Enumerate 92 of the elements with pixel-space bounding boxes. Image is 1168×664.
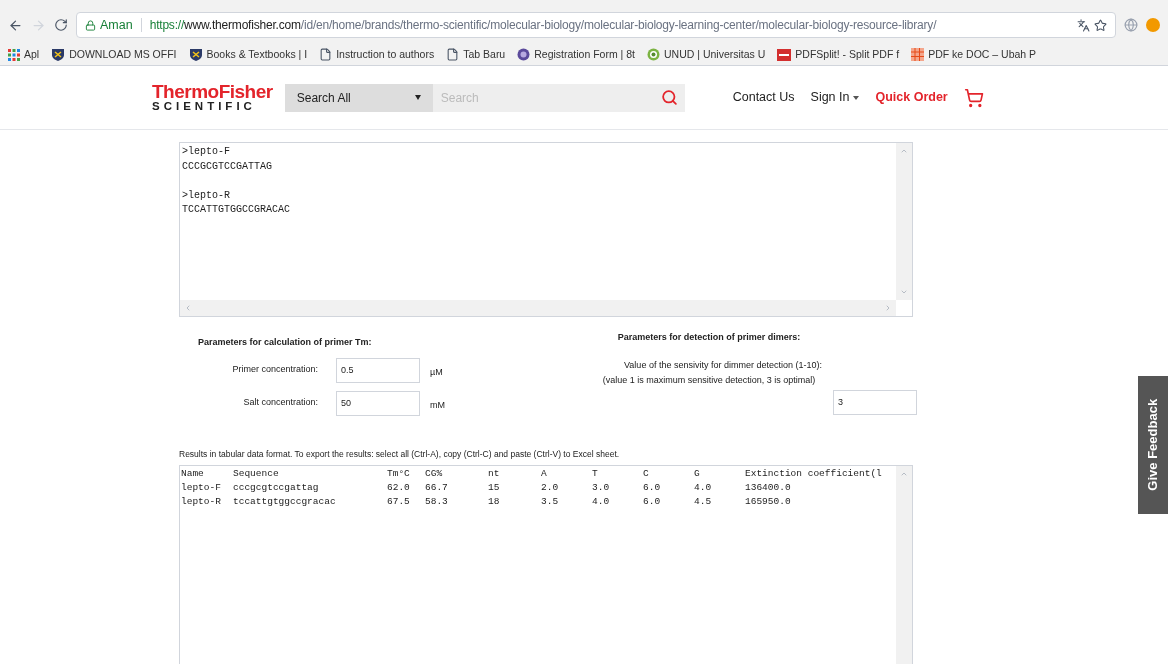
table-cell-text: 62.0: [387, 480, 411, 495]
address-bar[interactable]: Aman https://www.thermofisher.com/id/en/home/brands/thermo-scientific/molecular-biology/molecular-biology-learning-center/molecular-biology-resource-library/: [76, 12, 1116, 38]
results-textarea[interactable]: Name Sequence Tm°C CG% nt A T C G Extinction coefficient(l lepto-F cccgcgtccgattag 62.0 66.7 15 2.0 3.0 6.0 4.0 136400.0 lepto-R tccattgtggccgracac 67.5 58.3 18 3.5 4.0 6.0 4.5 165950.0: [179, 464, 913, 664]
unit-label: mM: [430, 399, 445, 413]
column-header: Name: [181, 466, 205, 481]
sequence-textarea[interactable]: >lepto-F CCCGCGTCCGATTAG >lepto-R TCCATTGTGGCCGRACAC: [179, 142, 913, 317]
shield-icon: [51, 47, 66, 62]
column-header: G: [694, 466, 701, 481]
table-cell-text: tccattgtggccgracac: [233, 494, 337, 509]
help-text: (value 1 is maximum sensitive detection, 3 is optimal): [602, 374, 816, 387]
scroll-left-icon[interactable]: [184, 304, 192, 312]
column-header: C: [643, 466, 650, 481]
security-label: Aman: [100, 16, 133, 34]
alert-icon[interactable]: [1146, 18, 1160, 32]
table-cell-text: 4.5: [694, 494, 713, 509]
bookmark-link[interactable]: UNUD | Universitas U: [664, 46, 766, 63]
bookmark-link[interactable]: PDF ke DOC – Ubah P: [928, 46, 1037, 63]
search-icon: [661, 89, 679, 106]
unit-label: µM: [430, 366, 443, 380]
table-cell-text: 6.0: [643, 494, 662, 509]
bookmark-link[interactable]: Books & Textbooks | I: [206, 46, 308, 63]
bookmark-star-icon[interactable]: [1094, 18, 1107, 32]
scroll-down-icon[interactable]: [900, 288, 908, 296]
sensitivity-input[interactable]: 3: [833, 389, 917, 415]
table-cell-text: 15: [488, 480, 501, 495]
table-cell-text: 67.5: [387, 494, 411, 509]
table-cell-text: 2.0: [541, 480, 560, 495]
table-cell-text: lepto-R: [181, 494, 222, 509]
bookmark-link[interactable]: DOWNLOAD MS OFFI: [69, 46, 177, 63]
bookmark-link[interactable]: PDFSplit! - Split PDF f: [795, 46, 900, 63]
back-icon[interactable]: [8, 17, 23, 33]
translate-icon[interactable]: [1077, 18, 1090, 32]
shield-icon: [188, 47, 203, 62]
round-badge-icon: [517, 48, 531, 61]
table-cell-text: 4.0: [592, 494, 611, 509]
forward-icon[interactable]: [31, 17, 46, 33]
column-header: T: [592, 466, 599, 481]
column-header: CG%: [425, 466, 444, 481]
table-cell-text: 18: [488, 494, 501, 509]
param-input[interactable]: 50: [336, 390, 420, 416]
table-cell-text: 3.0: [592, 480, 611, 495]
cart-icon[interactable]: [963, 87, 984, 108]
table-cell-text: lepto-F: [181, 480, 222, 495]
feedback-tab[interactable]: Give Feedback: [1138, 376, 1168, 514]
search-button[interactable]: [654, 83, 685, 112]
nav-link[interactable]: Sign In: [810, 88, 860, 107]
horizontal-scrollbar[interactable]: [180, 300, 896, 316]
table-cell-text: 66.7: [425, 480, 449, 495]
quick-order-link[interactable]: Quick Order: [875, 88, 948, 107]
bookmark-link[interactable]: Registration Form | 8t: [534, 46, 635, 63]
table-cell-text: 4.0: [694, 480, 713, 495]
section-title: Parameters for calculation of primer Tm:: [198, 336, 373, 349]
field-label: Salt concentration:: [242, 396, 319, 410]
export-note: Results in tabular data format. To export the results: select all (Ctrl-A), copy (Ctrl-C) and paste (Ctrl-V) to Excel sheet.: [179, 448, 621, 461]
table-cell-text: 136400.0: [745, 480, 792, 495]
page-icon: [319, 48, 333, 61]
table-cell-text: 165950.0: [745, 494, 792, 509]
scroll-right-icon[interactable]: [884, 304, 892, 312]
bookmark-link[interactable]: Tab Baru: [463, 46, 506, 63]
column-header: Extinction coefficient(l: [745, 466, 883, 481]
bookmark-link[interactable]: Apl: [24, 46, 40, 63]
dropdown-caret-icon: [414, 95, 421, 100]
lock-icon: [85, 19, 96, 31]
extension-globe-icon[interactable]: [1124, 18, 1138, 32]
column-header: Sequence: [233, 466, 280, 481]
nav-link[interactable]: Contact Us: [732, 88, 795, 107]
section-title: Parameters for detection of primer dimers:: [617, 331, 801, 344]
field-label: Primer concentration:: [231, 363, 319, 377]
logo-wordmark[interactable]: ThermoFisher: [152, 82, 273, 102]
column-header: nt: [488, 466, 501, 481]
pdf-file-icon: [777, 48, 792, 61]
vertical-scrollbar[interactable]: [896, 143, 912, 300]
vertical-scrollbar[interactable]: [896, 465, 912, 664]
bookmark-link[interactable]: Instruction to authors: [336, 46, 435, 63]
column-header: Tm°C: [387, 466, 411, 481]
url-text: https://www.thermofisher.com/id/en/home/brands/thermo-scientific/molecular-biology/molecular-biology-learning-center/molecular-biology-resource-library/: [149, 17, 938, 34]
logo-subtitle[interactable]: SCIENTIFIC: [152, 101, 273, 113]
search-scope-dropdown[interactable]: Search All: [284, 83, 433, 112]
table-cell-text: cccgcgtccgattag: [233, 480, 320, 495]
round-badge-icon: [647, 48, 660, 61]
apps-grid-icon: [8, 48, 20, 61]
table-cell-text: 6.0: [643, 480, 662, 495]
reload-icon[interactable]: [54, 18, 68, 32]
help-text: Value of the sensivity for dimmer detection (1-10):: [624, 358, 822, 372]
table-cell-text: 58.3: [425, 494, 449, 509]
column-header: A: [541, 466, 548, 481]
page-icon: [446, 48, 460, 61]
scroll-up-icon[interactable]: [900, 147, 908, 155]
dropdown-caret-icon: [853, 95, 860, 100]
table-cell-text: 3.5: [541, 494, 560, 509]
tiled-image-icon: [911, 48, 925, 61]
param-input[interactable]: 0.5: [336, 357, 420, 383]
